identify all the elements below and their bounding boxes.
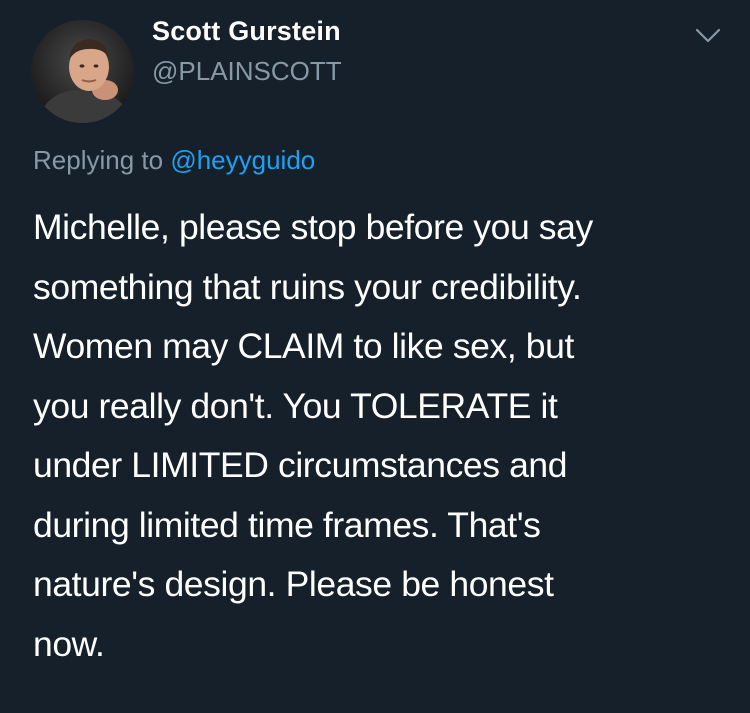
author-avatar[interactable] — [31, 20, 134, 123]
chevron-down-icon — [695, 28, 721, 43]
replying-to-line: Replying to @heyyguido — [33, 145, 315, 176]
author-name[interactable]: Scott Gurstein — [152, 16, 341, 47]
tweet-card: Scott Gurstein @PLAINSCOTT Replying to @… — [0, 0, 750, 713]
reply-mention-link[interactable]: @heyyguido — [170, 145, 315, 175]
replying-to-label: Replying to — [33, 145, 171, 175]
tweet-menu-button[interactable] — [693, 24, 723, 46]
tweet-text: Michelle, please stop before you say som… — [33, 207, 593, 664]
author-handle[interactable]: @PLAINSCOTT — [152, 56, 342, 87]
user-avatar-photo-icon — [31, 20, 134, 123]
